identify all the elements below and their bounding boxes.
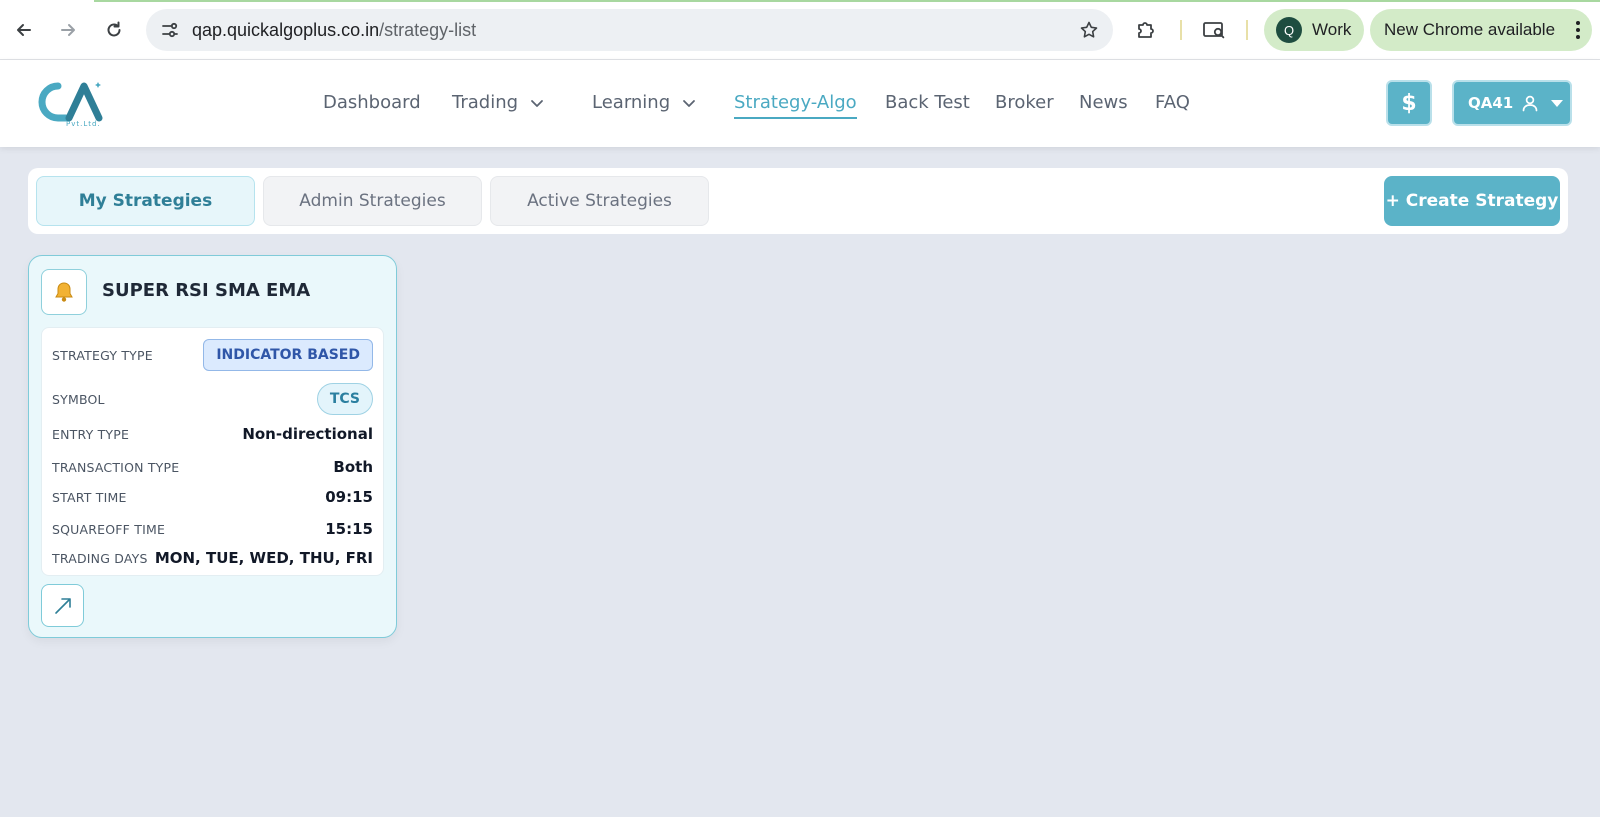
detail-label: START TIME [52, 489, 127, 505]
detail-row-squareoff-time: SQUAREOFF TIME 15:15 [52, 517, 373, 541]
back-button[interactable] [6, 12, 42, 48]
main-nav: Dashboard Trading Learning Strategy-Algo… [0, 92, 1600, 119]
browser-toolbar: qap.quickalgoplus.co.in/strategy-list Q … [0, 0, 1600, 60]
detail-row-entry-type: ENTRY TYPE Non-directional [52, 422, 373, 446]
strategy-tabs-bar: My Strategies Admin Strategies Active St… [28, 168, 1568, 234]
open-strategy-button[interactable] [41, 584, 84, 627]
strategy-card[interactable]: SUPER RSI SMA EMA STRATEGY TYPE INDICATO… [28, 255, 397, 638]
star-icon [1080, 21, 1098, 38]
chevron-down-icon [682, 96, 696, 110]
chevron-down-icon [530, 96, 544, 110]
wallet-button[interactable]: $ [1386, 80, 1432, 126]
user-icon [1521, 94, 1539, 112]
create-strategy-button[interactable]: + Create Strategy [1384, 176, 1560, 226]
detail-value: Non-directional [242, 425, 373, 443]
extensions-button[interactable] [1128, 12, 1164, 48]
detail-row-strategy-type: STRATEGY TYPE INDICATOR BASED [52, 338, 373, 372]
search-screen-icon [1203, 22, 1225, 39]
nav-news[interactable]: News [1079, 92, 1128, 113]
logo-subtext: Pvt.Ltd. [66, 120, 101, 128]
address-bar[interactable]: qap.quickalgoplus.co.in/strategy-list [146, 9, 1113, 51]
tune-icon [162, 22, 178, 38]
nav-faq[interactable]: FAQ [1155, 92, 1190, 113]
reload-button[interactable] [96, 12, 132, 48]
strategy-details: STRATEGY TYPE INDICATOR BASED SYMBOL TCS… [41, 327, 384, 576]
detail-row-transaction-type: TRANSACTION TYPE Both [52, 455, 373, 479]
nav-broker[interactable]: Broker [995, 92, 1054, 113]
detail-label: SQUAREOFF TIME [52, 521, 166, 537]
nav-back-test[interactable]: Back Test [885, 92, 970, 113]
page-search-button[interactable] [1196, 12, 1232, 48]
strategy-name: SUPER RSI SMA EMA [102, 280, 311, 301]
nav-trading-label: Trading [452, 92, 519, 113]
symbol-badge: TCS [316, 383, 373, 415]
arrow-up-right-icon [54, 597, 71, 614]
detail-value: 09:15 [325, 488, 373, 506]
detail-value: Both [333, 458, 373, 476]
toolbar-separator [1246, 20, 1248, 40]
profile-name: Work [1312, 20, 1352, 39]
alert-button[interactable] [41, 269, 87, 315]
detail-row-trading-days: TRADING DAYS MON, TUE, WED, THU, FRI [52, 546, 373, 570]
site-header: Pvt.Ltd. Dashboard Trading Learning Stra… [0, 60, 1600, 147]
nav-strategy-algo[interactable]: Strategy-Algo [734, 92, 857, 119]
bookmark-button[interactable] [1073, 14, 1105, 46]
site-info-button[interactable] [154, 14, 186, 46]
arrow-left-icon [17, 24, 31, 36]
nav-trading[interactable]: Trading [452, 92, 544, 113]
bell-icon [55, 282, 73, 302]
forward-button[interactable] [50, 12, 86, 48]
detail-value: MON, TUE, WED, THU, FRI [154, 549, 373, 567]
detail-label: SYMBOL [52, 391, 105, 407]
strategy-type-badge: INDICATOR BASED [203, 339, 373, 371]
chrome-update-button[interactable]: New Chrome available [1370, 9, 1592, 51]
nav-dashboard[interactable]: Dashboard [323, 92, 421, 113]
tab-my-strategies[interactable]: My Strategies [36, 176, 255, 226]
page-load-indicator [94, 0, 1600, 2]
tab-active-strategies[interactable]: Active Strategies [490, 176, 709, 226]
toolbar-separator [1180, 20, 1182, 40]
detail-label: TRADING DAYS [52, 550, 148, 566]
detail-row-symbol: SYMBOL TCS [52, 382, 373, 416]
reload-icon [107, 21, 121, 37]
url-text[interactable]: qap.quickalgoplus.co.in/strategy-list [192, 20, 476, 41]
nav-learning[interactable]: Learning [592, 92, 696, 113]
detail-row-start-time: START TIME 09:15 [52, 485, 373, 509]
detail-label: STRATEGY TYPE [52, 347, 153, 363]
caret-down-icon [1551, 99, 1564, 107]
profile-button[interactable]: Q Work [1264, 9, 1364, 51]
puzzle-icon [1138, 22, 1154, 38]
dollar-icon: $ [1401, 90, 1417, 116]
url-domain: qap.quickalgoplus.co.in [192, 20, 380, 40]
detail-value: 15:15 [325, 520, 373, 538]
nav-learning-label: Learning [592, 92, 671, 113]
arrow-right-icon [61, 24, 75, 36]
tab-admin-strategies[interactable]: Admin Strategies [263, 176, 482, 226]
url-path: /strategy-list [379, 20, 477, 40]
update-label: New Chrome available [1384, 20, 1556, 39]
user-menu-button[interactable]: QA41 [1452, 80, 1572, 126]
kebab-menu-icon [1576, 21, 1580, 39]
profile-avatar: Q [1276, 17, 1302, 43]
detail-label: TRANSACTION TYPE [52, 459, 180, 475]
user-name: QA41 [1468, 94, 1514, 112]
detail-label: ENTRY TYPE [52, 426, 130, 442]
